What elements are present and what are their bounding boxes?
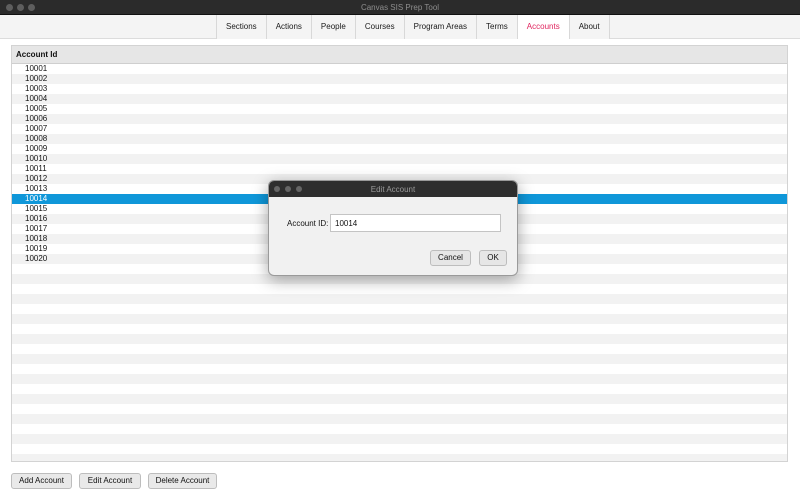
empty-row: [12, 344, 787, 354]
edit-account-button[interactable]: Edit Account: [79, 473, 141, 489]
tab-people[interactable]: People: [310, 15, 355, 39]
ok-button[interactable]: OK: [479, 250, 507, 266]
empty-row: [12, 384, 787, 394]
cancel-button[interactable]: Cancel: [430, 250, 471, 266]
empty-row: [12, 284, 787, 294]
window-title: Canvas SIS Prep Tool: [360, 3, 440, 12]
empty-row: [12, 434, 787, 444]
edit-account-dialog: Edit Account Account ID: Cancel OK: [268, 180, 518, 276]
table-row[interactable]: 10008: [12, 134, 787, 144]
table-row[interactable]: 10001: [12, 64, 787, 74]
empty-row: [12, 394, 787, 404]
empty-row: [12, 354, 787, 364]
empty-row: [12, 404, 787, 414]
window-titlebar: Canvas SIS Prep Tool: [0, 0, 800, 15]
dialog-titlebar: Edit Account: [269, 181, 517, 197]
dialog-title: Edit Account: [370, 185, 416, 194]
empty-row: [12, 414, 787, 424]
empty-row: [12, 304, 787, 314]
column-header-account-id[interactable]: Account Id: [12, 46, 787, 64]
tab-terms[interactable]: Terms: [476, 15, 517, 39]
empty-row: [12, 454, 787, 461]
delete-account-button[interactable]: Delete Account: [148, 473, 217, 489]
tab-accounts[interactable]: Accounts: [516, 15, 569, 39]
account-id-input[interactable]: [330, 214, 501, 232]
table-row[interactable]: 10010: [12, 154, 787, 164]
empty-row: [12, 294, 787, 304]
empty-row: [12, 444, 787, 454]
account-id-label: Account ID:: [287, 219, 329, 228]
table-row[interactable]: 10005: [12, 104, 787, 114]
table-row[interactable]: 10004: [12, 94, 787, 104]
empty-row: [12, 364, 787, 374]
table-row[interactable]: 10006: [12, 114, 787, 124]
tab-sections[interactable]: Sections: [216, 15, 266, 39]
empty-row: [12, 424, 787, 434]
tab-about[interactable]: About: [568, 15, 610, 39]
tab-actions[interactable]: Actions: [265, 15, 311, 39]
empty-row: [12, 324, 787, 334]
table-row[interactable]: 10007: [12, 124, 787, 134]
tab-strip: Sections Actions People Courses Program Area…: [216, 15, 610, 39]
table-row[interactable]: 10009: [12, 144, 787, 154]
tab-program-areas[interactable]: Program Areas: [403, 15, 476, 39]
empty-row: [12, 314, 787, 324]
tab-bar: Sections Actions People Courses Program Area…: [0, 15, 800, 39]
add-account-button[interactable]: Add Account: [11, 473, 72, 489]
table-row[interactable]: 10002: [12, 74, 787, 84]
table-row[interactable]: 10003: [12, 84, 787, 94]
empty-row: [12, 374, 787, 384]
table-row[interactable]: 10011: [12, 164, 787, 174]
tab-courses[interactable]: Courses: [354, 15, 404, 39]
empty-row: [12, 334, 787, 344]
